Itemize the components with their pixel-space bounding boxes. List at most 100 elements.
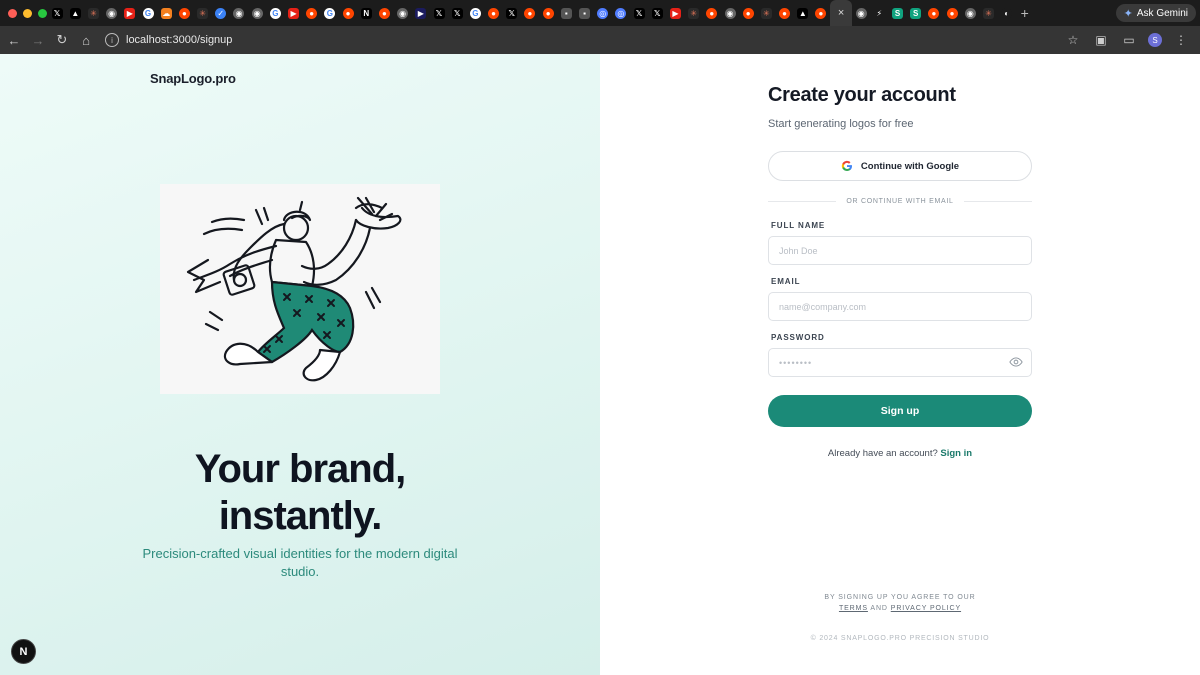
browser-tab[interactable]: ▲: [66, 0, 84, 26]
maximize-window-button[interactable]: [38, 8, 47, 18]
browser-tab[interactable]: ●: [521, 0, 539, 26]
browser-tab[interactable]: ●: [539, 0, 557, 26]
browser-tab[interactable]: ☁: [157, 0, 175, 26]
browser-tab[interactable]: ▶: [666, 0, 684, 26]
browser-tab[interactable]: G: [266, 0, 284, 26]
browser-tab[interactable]: ▶: [412, 0, 430, 26]
browser-tab[interactable]: ▪: [575, 0, 593, 26]
home-button[interactable]: ⌂: [75, 29, 97, 51]
browser-tab[interactable]: ✓: [212, 0, 230, 26]
browser-tab[interactable]: ●: [375, 0, 393, 26]
browser-tab[interactable]: 𝕏: [430, 0, 448, 26]
browser-tab[interactable]: ✳: [979, 0, 997, 26]
new-tab-button[interactable]: +: [1016, 5, 1034, 21]
globe-icon: ◉: [397, 7, 409, 19]
forward-button[interactable]: →: [27, 29, 49, 51]
browser-tab[interactable]: ◉: [394, 0, 412, 26]
browser-tab[interactable]: ✳: [685, 0, 703, 26]
browser-tab[interactable]: 𝕏: [630, 0, 648, 26]
full-name-input[interactable]: [768, 236, 1032, 265]
browser-tab[interactable]: ▶: [121, 0, 139, 26]
play-icon: ▶: [415, 7, 427, 19]
browser-tab[interactable]: G: [139, 0, 157, 26]
browser-tab[interactable]: ▪: [557, 0, 575, 26]
browser-tab[interactable]: ●: [703, 0, 721, 26]
privacy-policy-link[interactable]: PRIVACY POLICY: [891, 605, 961, 612]
reload-button[interactable]: ↻: [51, 29, 73, 51]
minimize-window-button[interactable]: [23, 8, 32, 18]
youtube-icon: ▶: [669, 7, 681, 19]
youtube-icon: ▶: [124, 7, 136, 19]
browser-tab[interactable]: ●: [485, 0, 503, 26]
browser-tabstrip: 𝕏 ▲ ✳ ◉ ▶ G ☁ ● ✳ ✓ ◉ ◉ G ▶ ● G ● N ● ◉ ▶ 𝕏 𝕏 G ● 𝕏 ● ● ▪ ▪ ◎ ◎ 𝕏 𝕏 ▶ ✳ ● ◉ ● ✳…: [0, 0, 1200, 26]
browser-tab[interactable]: 𝕏: [448, 0, 466, 26]
browser-tab[interactable]: ●: [943, 0, 961, 26]
back-button[interactable]: ←: [3, 29, 25, 51]
browser-tab[interactable]: ●: [339, 0, 357, 26]
continue-with-google-button[interactable]: Continue with Google: [768, 151, 1032, 181]
browser-tab[interactable]: ●: [776, 0, 794, 26]
signup-page: SnapLogo.pro Your brand, instantly. Prec…: [0, 54, 1200, 675]
password-input[interactable]: [768, 348, 1032, 377]
browser-tab[interactable]: S: [888, 0, 906, 26]
spark-icon: ✳: [87, 7, 99, 19]
globe-icon: ◉: [106, 7, 118, 19]
browser-tab[interactable]: G: [466, 0, 484, 26]
browser-tab[interactable]: ✳: [757, 0, 775, 26]
browser-tab[interactable]: S: [907, 0, 925, 26]
divider-text: OR CONTINUE WITH EMAIL: [846, 197, 954, 205]
site-info-icon[interactable]: i: [105, 33, 119, 47]
x-icon: 𝕏: [451, 7, 463, 19]
browser-tab[interactable]: N: [357, 0, 375, 26]
spark-icon: ✳: [688, 7, 700, 19]
browser-tab[interactable]: 𝕏: [648, 0, 666, 26]
reddit-icon: ●: [306, 7, 318, 19]
browser-tab[interactable]: ◉: [103, 0, 121, 26]
browser-tab[interactable]: 𝕏: [48, 0, 66, 26]
browser-tab[interactable]: ◎: [594, 0, 612, 26]
terms-link[interactable]: TERMS: [839, 605, 868, 612]
spark-icon: ✳: [197, 7, 209, 19]
email-input[interactable]: [768, 292, 1032, 321]
show-password-eye-icon[interactable]: [1009, 355, 1023, 369]
bookmark-star-icon[interactable]: ☆: [1064, 33, 1082, 47]
browser-tab[interactable]: ▶: [284, 0, 302, 26]
sign-up-button[interactable]: Sign up: [768, 395, 1032, 427]
profile-avatar[interactable]: S: [1148, 33, 1162, 47]
browser-tab[interactable]: ●: [175, 0, 193, 26]
extensions-icon[interactable]: ▣: [1092, 33, 1110, 47]
browser-tab[interactable]: ▲: [794, 0, 812, 26]
ask-gemini-button[interactable]: ✦ Ask Gemini: [1115, 4, 1196, 22]
browser-tab[interactable]: ●: [925, 0, 943, 26]
brand-logo-text[interactable]: SnapLogo.pro: [150, 71, 236, 86]
nextjs-dev-badge[interactable]: N: [11, 639, 36, 664]
address-bar[interactable]: i localhost:3000/signup: [105, 29, 1064, 51]
active-tab[interactable]: ×: [830, 0, 853, 26]
browser-tab[interactable]: G: [321, 0, 339, 26]
browser-tab[interactable]: ◐: [998, 0, 1016, 26]
browser-tab[interactable]: ✳: [84, 0, 102, 26]
x-icon: 𝕏: [51, 7, 63, 19]
browser-tab[interactable]: ✳: [194, 0, 212, 26]
close-window-button[interactable]: [8, 8, 17, 18]
browser-tab[interactable]: ●: [812, 0, 830, 26]
browser-toolbar: ← → ↻ ⌂ i localhost:3000/signup ☆ ▣ ▭ S …: [0, 26, 1200, 54]
browser-tab[interactable]: ⚡: [870, 0, 888, 26]
browser-tab[interactable]: ◉: [230, 0, 248, 26]
reddit-icon: ●: [946, 7, 958, 19]
menu-kebab-icon[interactable]: ⋮: [1172, 33, 1190, 47]
side-panel-icon[interactable]: ▭: [1120, 33, 1138, 47]
browser-tab[interactable]: ◉: [961, 0, 979, 26]
x-icon: 𝕏: [506, 7, 518, 19]
browser-tab[interactable]: ●: [739, 0, 757, 26]
browser-tab[interactable]: ◉: [248, 0, 266, 26]
form-title: Create your account: [768, 84, 956, 106]
browser-tab[interactable]: 𝕏: [503, 0, 521, 26]
browser-tab[interactable]: ◉: [721, 0, 739, 26]
s-logo-icon: S: [892, 7, 904, 19]
browser-tab[interactable]: ●: [303, 0, 321, 26]
browser-tab[interactable]: ◉: [852, 0, 870, 26]
close-tab-icon[interactable]: ×: [838, 7, 844, 19]
sign-in-link[interactable]: Sign in: [940, 448, 972, 459]
browser-tab[interactable]: ◎: [612, 0, 630, 26]
